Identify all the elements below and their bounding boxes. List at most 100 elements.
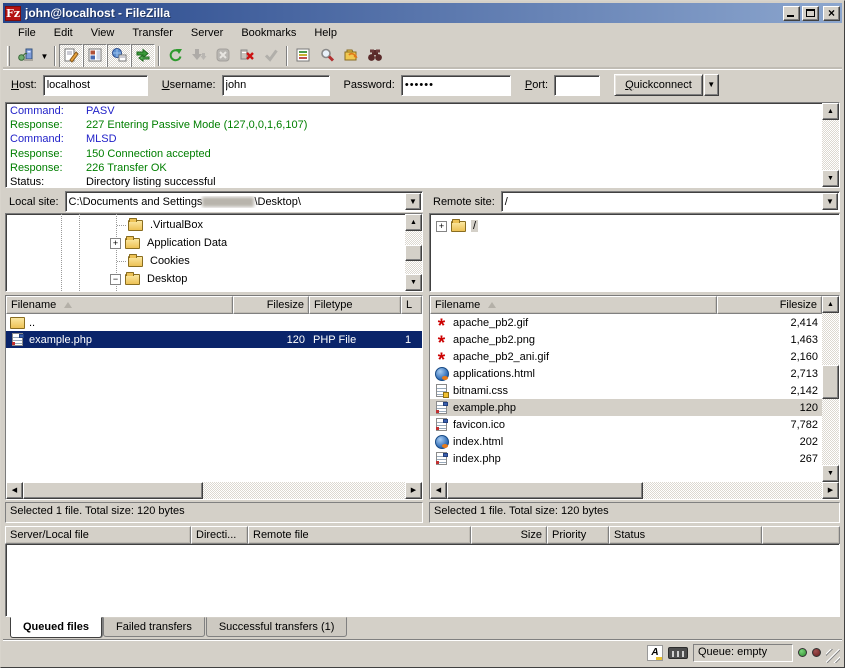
close-button[interactable]: ×: [823, 6, 840, 21]
chevron-down-icon[interactable]: ▼: [822, 193, 838, 210]
scroll-right-icon[interactable]: ▶: [822, 482, 839, 499]
quickconnect-button[interactable]: Quickconnect: [614, 74, 703, 96]
column-header-filesize[interactable]: Filesize: [233, 296, 309, 314]
toggle-log-button[interactable]: [59, 44, 83, 68]
log-scrollbar[interactable]: ▲ ▼: [822, 103, 839, 187]
scroll-up-icon[interactable]: ▲: [822, 296, 839, 313]
scroll-left-icon[interactable]: ◀: [6, 482, 23, 499]
file-row[interactable]: index.php 267: [430, 450, 822, 467]
menu-edit[interactable]: Edit: [45, 25, 82, 41]
file-row-example-php[interactable]: example.php 120 PHP File 1: [6, 331, 422, 348]
column-header-last-modified[interactable]: L: [401, 296, 422, 314]
scroll-down-icon[interactable]: ▼: [822, 465, 839, 482]
column-header-filesize[interactable]: Filesize: [717, 296, 822, 314]
tab-queued-files[interactable]: Queued files: [10, 617, 102, 638]
password-input[interactable]: [401, 75, 511, 96]
maximize-button[interactable]: [802, 6, 819, 21]
tree-item-root[interactable]: + /: [436, 217, 478, 235]
column-header-status[interactable]: Status: [609, 526, 762, 544]
file-row[interactable]: apache_pb2.png 1,463: [430, 331, 822, 348]
expander-plus-icon[interactable]: +: [436, 221, 447, 232]
file-row[interactable]: favicon.ico 7,782: [430, 416, 822, 433]
local-tree-scrollbar[interactable]: ▲ ▼: [405, 214, 422, 291]
scroll-up-icon[interactable]: ▲: [822, 103, 839, 120]
tab-failed-transfers[interactable]: Failed transfers: [103, 617, 205, 637]
menu-file[interactable]: File: [9, 25, 45, 41]
scroll-right-icon[interactable]: ▶: [405, 482, 422, 499]
expander-minus-icon[interactable]: −: [110, 274, 121, 285]
site-manager-dropdown[interactable]: ▼: [38, 45, 51, 67]
log-label: Command:: [10, 104, 86, 118]
file-row[interactable]: index.html 202: [430, 433, 822, 450]
column-header-filename[interactable]: Filename: [6, 296, 233, 314]
column-header-size[interactable]: Size: [471, 526, 547, 544]
host-input[interactable]: [43, 75, 148, 96]
menu-help[interactable]: Help: [305, 25, 346, 41]
scroll-down-icon[interactable]: ▼: [405, 274, 422, 291]
directory-comparison-button[interactable]: [315, 44, 339, 68]
file-row[interactable]: applications.html 2,713: [430, 365, 822, 382]
column-header-priority[interactable]: Priority: [547, 526, 609, 544]
column-header-filetype[interactable]: Filetype: [309, 296, 401, 314]
scroll-thumb[interactable]: [23, 482, 203, 499]
tree-item-desktop[interactable]: − Desktop: [110, 270, 189, 288]
toggle-remote-tree-button[interactable]: [107, 44, 131, 68]
column-header-server-local-file[interactable]: Server/Local file: [5, 526, 191, 544]
remote-status-text: Selected 1 file. Total size: 120 bytes: [429, 502, 840, 523]
cancel-button[interactable]: [211, 44, 235, 68]
tree-item-cookies[interactable]: Cookies: [128, 252, 192, 270]
scroll-up-icon[interactable]: ▲: [405, 214, 422, 231]
scroll-left-icon[interactable]: ◀: [430, 482, 447, 499]
log-text: PASV: [86, 104, 115, 118]
process-queue-button[interactable]: [187, 44, 211, 68]
reconnect-button[interactable]: [259, 44, 283, 68]
find-files-button[interactable]: [363, 44, 387, 68]
file-size: 2,414: [717, 314, 822, 331]
local-hscrollbar[interactable]: ◀ ▶: [6, 482, 422, 499]
menu-transfer[interactable]: Transfer: [123, 25, 182, 41]
file-row[interactable]: apache_pb2_ani.gif 2,160: [430, 348, 822, 365]
menu-bookmarks[interactable]: Bookmarks: [232, 25, 305, 41]
log-line: Response:226 Transfer OK: [10, 161, 818, 175]
column-header-remote-file[interactable]: Remote file: [248, 526, 471, 544]
scroll-down-icon[interactable]: ▼: [822, 170, 839, 187]
port-input[interactable]: [554, 75, 600, 96]
menu-server[interactable]: Server: [182, 25, 232, 41]
log-label: Response:: [10, 147, 86, 161]
remote-site-combo[interactable]: / ▼: [501, 191, 840, 212]
column-header-direction[interactable]: Directi...: [191, 526, 248, 544]
scroll-thumb[interactable]: [447, 482, 643, 499]
quickconnect-bar: Host: Username: Password: Port: Quickcon…: [3, 69, 842, 100]
quickconnect-dropdown[interactable]: ▼: [704, 74, 719, 96]
file-row-example-php[interactable]: example.php 120: [430, 399, 822, 416]
menu-view[interactable]: View: [82, 25, 124, 41]
synchronized-browsing-button[interactable]: [339, 44, 363, 68]
scroll-thumb[interactable]: [405, 245, 422, 261]
refresh-button[interactable]: [163, 44, 187, 68]
resize-grip[interactable]: [826, 649, 840, 663]
file-row-parent-dir[interactable]: ..: [6, 314, 422, 331]
remote-path: /: [502, 196, 822, 208]
remote-vscrollbar[interactable]: ▲ ▼: [822, 296, 839, 482]
disconnect-button[interactable]: [235, 44, 259, 68]
file-name: index.html: [453, 436, 503, 448]
toggle-queue-button[interactable]: [131, 44, 155, 68]
tab-successful-transfers[interactable]: Successful transfers (1): [206, 617, 348, 637]
file-row[interactable]: bitnami.css 2,142: [430, 382, 822, 399]
toggle-local-tree-button[interactable]: [83, 44, 107, 68]
remote-hscrollbar[interactable]: ◀ ▶: [430, 482, 839, 499]
local-site-combo[interactable]: C:\Documents and Settings\Desktop\ ▼: [65, 191, 423, 212]
file-row[interactable]: apache_pb2.gif 2,414: [430, 314, 822, 331]
site-manager-button[interactable]: [14, 44, 38, 68]
scroll-thumb[interactable]: [822, 365, 839, 399]
tree-item-virtualbox[interactable]: .VirtualBox: [128, 216, 205, 234]
host-label: Host:: [11, 79, 37, 91]
expander-plus-icon[interactable]: +: [110, 238, 121, 249]
tree-item-application-data[interactable]: + Application Data: [110, 234, 229, 252]
sync-browsing-icon: [343, 47, 359, 66]
username-input[interactable]: [222, 75, 330, 96]
column-header-filename[interactable]: Filename: [430, 296, 717, 314]
minimize-button[interactable]: [783, 6, 800, 21]
filter-button[interactable]: [291, 44, 315, 68]
chevron-down-icon[interactable]: ▼: [405, 193, 421, 210]
